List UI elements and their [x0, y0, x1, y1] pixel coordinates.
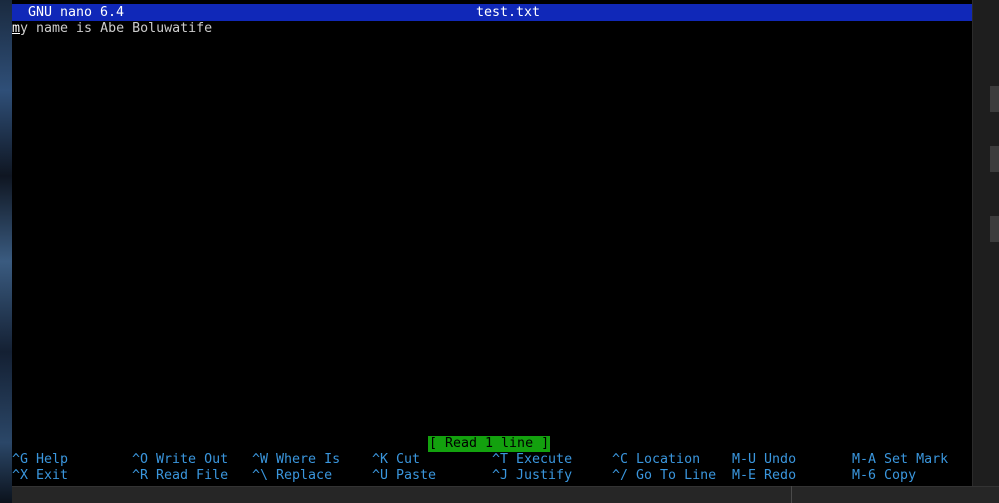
text-cursor: m: [12, 21, 21, 36]
shortcut-key: ^X: [12, 468, 29, 483]
shortcut-help: ^G Help: [12, 452, 68, 468]
shortcut-key: ^U: [372, 468, 389, 483]
shortcut-key: ^/: [612, 468, 629, 483]
shortcut-key: M-6: [852, 468, 877, 483]
shortcut-label: Justify: [516, 468, 573, 483]
shortcut-where-is: ^W Where Is: [252, 452, 340, 468]
shortcut-copy: M-6 Copy: [852, 468, 916, 484]
shortcut-label: Help: [36, 452, 69, 467]
app-version-label: GNU nano 6.4: [28, 5, 125, 20]
shortcut-key: ^T: [492, 452, 509, 467]
status-bar-divider: [791, 486, 792, 503]
shortcut-label: Set Mark: [884, 452, 949, 467]
shortcut-label: Paste: [396, 468, 437, 483]
shortcut-label: Copy: [884, 468, 917, 483]
shortcut-label: Replace: [276, 468, 333, 483]
shortcut-label: Go To Line: [636, 468, 717, 483]
shortcut-key: M-A: [852, 452, 877, 467]
shortcut-label: Where Is: [276, 452, 341, 467]
desktop-wallpaper-strip: [0, 0, 12, 503]
shortcut-undo: M-U Undo: [732, 452, 796, 468]
shortcut-key: ^O: [132, 452, 149, 467]
window-status-bar: [12, 486, 999, 503]
shortcut-label: Execute: [516, 452, 573, 467]
file-name-label: test.txt: [476, 5, 541, 20]
shortcut-set-mark: M-A Set Mark: [852, 452, 948, 468]
shortcut-exit: ^X Exit: [12, 468, 68, 484]
scrollbar-marker: [990, 146, 999, 172]
shortcut-cut: ^K Cut: [372, 452, 420, 468]
shortcut-key: ^\: [252, 468, 269, 483]
scrollbar-marker: [990, 86, 999, 112]
shortcut-redo: M-E Redo: [732, 468, 796, 484]
text-line-1[interactable]: my name is Abe Boluwatife: [12, 20, 212, 37]
shortcut-key: M-U: [732, 452, 757, 467]
status-message: [ Read 1 line ]: [428, 436, 551, 452]
editor-scroll-gutter[interactable]: [972, 0, 999, 486]
shortcut-label: Redo: [764, 468, 797, 483]
shortcut-write-out: ^O Write Out: [132, 452, 228, 468]
shortcut-label: Undo: [764, 452, 797, 467]
shortcut-go-to-line: ^/ Go To Line: [612, 468, 716, 484]
shortcut-label: Write Out: [156, 452, 229, 467]
shortcut-justify: ^J Justify: [492, 468, 572, 484]
shortcut-label: Exit: [36, 468, 69, 483]
nano-title-bar: GNU nano 6.4 test.txt: [12, 4, 972, 21]
text-line-content: y name is Abe Boluwatife: [20, 21, 213, 36]
shortcut-key: ^J: [492, 468, 509, 483]
shortcut-key: ^W: [252, 452, 269, 467]
shortcut-key: ^K: [372, 452, 389, 467]
shortcut-paste: ^U Paste: [372, 468, 436, 484]
shortcut-label: Location: [636, 452, 701, 467]
shortcut-read-file: ^R Read File: [132, 468, 228, 484]
shortcut-key: M-E: [732, 468, 757, 483]
shortcut-execute: ^T Execute: [492, 452, 572, 468]
shortcut-replace: ^\ Replace: [252, 468, 332, 484]
shortcut-key: ^C: [612, 452, 629, 467]
terminal-window[interactable]: GNU nano 6.4 test.txt my name is Abe Bol…: [12, 0, 972, 486]
shortcut-key: ^G: [12, 452, 29, 467]
shortcut-key: ^R: [132, 468, 149, 483]
shortcut-location: ^C Location: [612, 452, 700, 468]
shortcut-label: Read File: [156, 468, 229, 483]
shortcut-label: Cut: [396, 452, 421, 467]
scrollbar-marker: [990, 216, 999, 242]
